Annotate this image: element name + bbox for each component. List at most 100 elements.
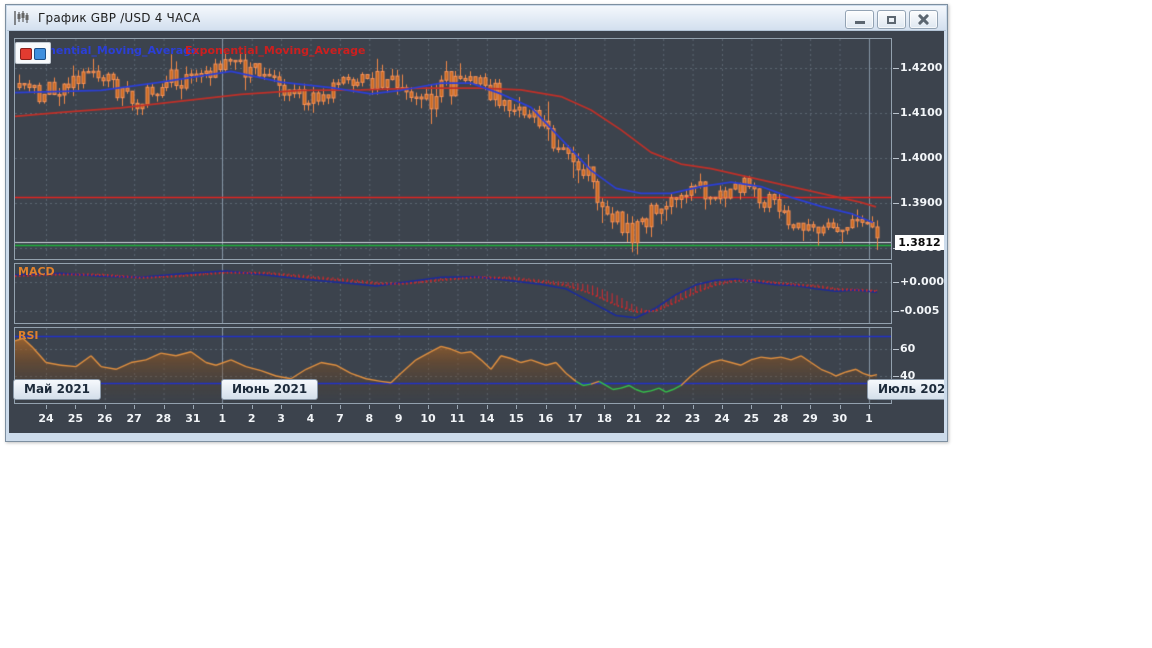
date-label: 26 xyxy=(97,412,113,425)
date-label: 7 xyxy=(336,412,344,425)
tick-mark xyxy=(633,405,635,409)
tick-mark xyxy=(398,405,400,409)
date-label: 22 xyxy=(655,412,671,425)
tick-mark xyxy=(369,405,371,409)
month-label-3: Июль 2021 xyxy=(867,379,944,400)
price-chart-canvas[interactable] xyxy=(15,39,891,259)
tick-mark xyxy=(545,405,547,409)
tick-mark xyxy=(134,405,136,409)
tick-mark xyxy=(516,405,518,409)
tick-mark xyxy=(281,405,283,409)
date-label: 23 xyxy=(684,412,701,425)
tick-mark xyxy=(893,157,899,159)
current-price-badge: 1.3812 xyxy=(895,234,944,250)
macd-tick-label: -0.005 xyxy=(900,303,940,317)
rsi-label: RSI xyxy=(18,329,39,342)
month-label-1: Май 2021 xyxy=(13,379,102,400)
tick-mark xyxy=(893,281,899,283)
rsi-panel: RSI xyxy=(14,327,892,404)
tick-mark xyxy=(810,405,812,409)
tick-mark xyxy=(46,405,47,409)
tick-mark xyxy=(604,405,606,409)
indicator-toggle-box[interactable] xyxy=(15,42,51,64)
macd-tick-label: +0.000 xyxy=(900,274,944,288)
tick-mark xyxy=(893,349,899,351)
tick-mark xyxy=(893,202,899,204)
window-title: График GBP /USD 4 ЧАСА xyxy=(38,11,201,25)
macd-chart-canvas[interactable] xyxy=(15,264,891,323)
rsi-chart-canvas[interactable] xyxy=(15,328,891,403)
tick-mark xyxy=(751,405,753,409)
tick-mark xyxy=(663,405,665,409)
date-label: 28 xyxy=(773,412,789,425)
close-icon xyxy=(917,13,930,26)
chart-window: График GBP /USD 4 ЧАСА Exponential_Movin… xyxy=(5,4,948,442)
month-label-2: Июнь 2021 xyxy=(221,379,319,400)
tick-mark xyxy=(310,405,312,409)
tick-mark xyxy=(893,310,899,312)
date-label: 1 xyxy=(865,412,873,425)
date-label: 2 xyxy=(247,412,256,425)
tick-mark xyxy=(893,112,899,114)
rsi-tick-label: 60 xyxy=(900,342,916,356)
date-label: 28 xyxy=(155,412,172,425)
candlestick-app-icon xyxy=(14,11,29,25)
date-label: 30 xyxy=(831,412,848,425)
tick-mark xyxy=(868,405,870,409)
tick-mark xyxy=(839,405,841,409)
tick-mark xyxy=(721,405,723,409)
price-panel xyxy=(14,38,892,260)
close-button[interactable] xyxy=(909,10,938,29)
tick-mark xyxy=(575,405,577,409)
date-label: 24 xyxy=(714,412,730,425)
date-label: 29 xyxy=(802,412,818,425)
maximize-icon xyxy=(887,15,896,24)
price-tick-label: 1.4100 xyxy=(900,105,943,119)
date-label: 17 xyxy=(567,412,583,425)
date-label: 15 xyxy=(508,412,524,425)
tick-mark xyxy=(428,405,430,409)
title-bar[interactable]: График GBP /USD 4 ЧАСА xyxy=(7,6,946,31)
price-tick-label: 1.4200 xyxy=(900,60,943,74)
macd-panel: MACD xyxy=(14,263,892,324)
tick-mark xyxy=(104,405,106,409)
date-label: 14 xyxy=(479,412,495,425)
tick-mark xyxy=(893,67,899,69)
price-tick-label: 1.4000 xyxy=(900,150,943,164)
maximize-button[interactable] xyxy=(877,10,906,29)
macd-label: MACD xyxy=(18,265,55,278)
tick-mark xyxy=(222,405,224,409)
tick-mark xyxy=(192,405,194,409)
tick-mark xyxy=(163,405,165,409)
chart-client-area: Exponential_Moving_Average Exponential_M… xyxy=(9,31,944,433)
tick-mark xyxy=(251,405,253,409)
date-label: 25 xyxy=(67,412,84,425)
legend-ema-slow-label: Exponential_Moving_Average xyxy=(185,44,366,57)
date-label: 1 xyxy=(218,412,227,425)
tick-mark xyxy=(893,376,899,378)
date-label: 9 xyxy=(394,412,403,425)
red-indicator-chip[interactable] xyxy=(20,48,32,60)
date-label: 4 xyxy=(306,412,315,425)
blue-indicator-chip[interactable] xyxy=(34,48,46,60)
tick-mark xyxy=(486,405,488,409)
tick-mark xyxy=(339,405,341,409)
date-label: 10 xyxy=(420,412,436,425)
date-label: 27 xyxy=(126,412,142,425)
date-label: 31 xyxy=(185,412,201,425)
date-label: 3 xyxy=(277,412,285,425)
tick-mark xyxy=(75,405,77,409)
price-tick-label: 1.3900 xyxy=(900,195,943,209)
date-label: 24 xyxy=(38,412,54,425)
minimize-icon xyxy=(854,21,865,24)
minimize-button[interactable] xyxy=(845,10,874,29)
tick-mark xyxy=(780,405,782,409)
date-label: 8 xyxy=(365,412,374,425)
tick-mark xyxy=(692,405,694,409)
date-label: 21 xyxy=(626,412,642,425)
date-label: 11 xyxy=(449,412,466,425)
date-label: 18 xyxy=(596,412,613,425)
tick-mark xyxy=(457,405,459,409)
date-label: 16 xyxy=(537,412,554,425)
date-label: 25 xyxy=(743,412,760,425)
